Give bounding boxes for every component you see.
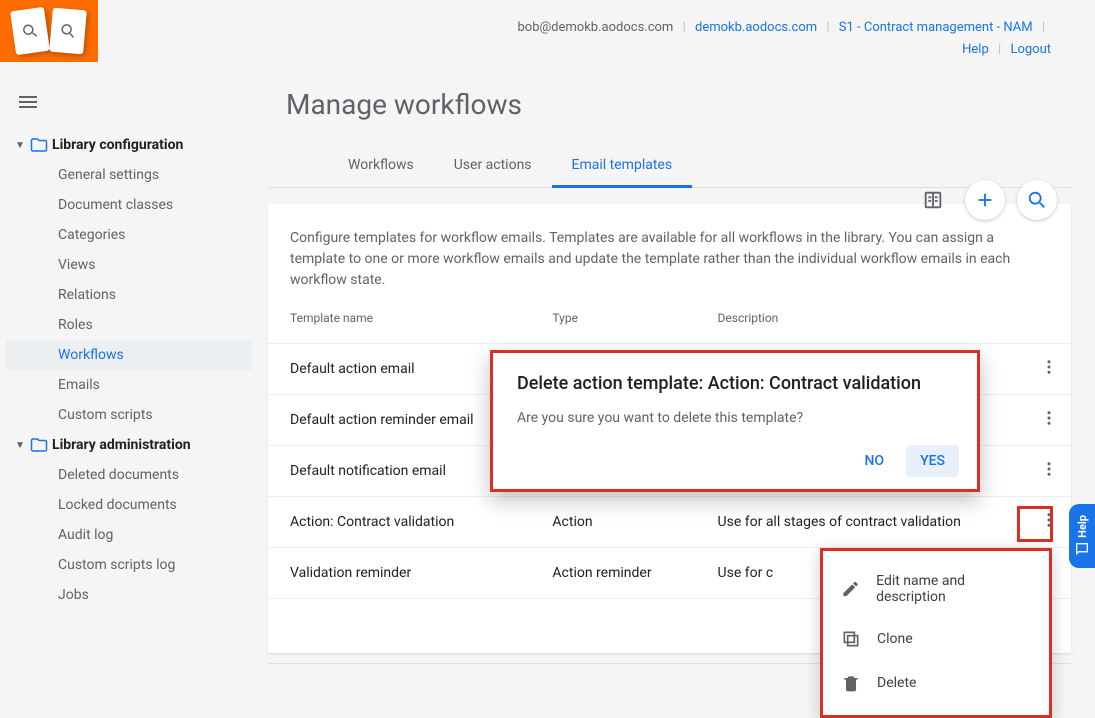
cell-name: Validation reminder — [268, 548, 530, 599]
cell-type: Action reminder — [530, 548, 695, 599]
sidebar-item-roles[interactable]: Roles — [6, 310, 252, 340]
search-button[interactable] — [1017, 180, 1057, 220]
cell-desc: Use for all stages of contract validatio… — [696, 497, 1027, 548]
sidebar-item-categories[interactable]: Categories — [6, 220, 252, 250]
user-email: bob@demokb.aodocs.com — [517, 20, 673, 35]
sidebar-item-custom-scripts-log[interactable]: Custom scripts log — [6, 550, 252, 580]
hamburger-menu-icon[interactable] — [16, 90, 40, 118]
col-description: Description — [696, 297, 1027, 344]
add-button[interactable] — [965, 180, 1005, 220]
dialog-no-button[interactable]: NO — [850, 445, 898, 477]
help-tab-label: Help — [1076, 515, 1089, 538]
sidebar-group-library-config[interactable]: ▼ Library configuration — [6, 130, 252, 160]
sidebar-item-relations[interactable]: Relations — [6, 280, 252, 310]
caret-down-icon: ▼ — [14, 140, 26, 151]
kebab-highlight — [1017, 506, 1053, 542]
library-link[interactable]: S1 - Contract management - NAM — [839, 20, 1033, 35]
col-type: Type — [530, 297, 695, 344]
row-kebab-icon[interactable] — [1040, 460, 1058, 478]
row-kebab-icon[interactable] — [1040, 409, 1058, 427]
cell-name: Action: Contract validation — [268, 497, 530, 548]
group-title: Library configuration — [52, 137, 183, 153]
app-logo — [0, 0, 98, 62]
top-breadcrumb: bob@demokb.aodocs.com | demokb.aodocs.co… — [517, 20, 1051, 35]
menu-delete-label: Delete — [877, 675, 916, 691]
menu-clone[interactable]: Clone — [823, 617, 1049, 661]
tab-workflows[interactable]: Workflows — [328, 145, 434, 187]
logout-link[interactable]: Logout — [1010, 42, 1051, 57]
sidebar-item-locked-documents[interactable]: Locked documents — [6, 490, 252, 520]
help-side-tab[interactable]: Help — [1069, 504, 1095, 568]
cell-type: Action — [530, 497, 695, 548]
page-title: Manage workflows — [286, 88, 1053, 121]
sidebar-item-jobs[interactable]: Jobs — [6, 580, 252, 610]
pencil-icon — [841, 579, 860, 599]
tab-email-templates[interactable]: Email templates — [552, 145, 693, 188]
chat-icon — [1074, 541, 1090, 557]
table-row[interactable]: Action: Contract validation Action Use f… — [268, 497, 1071, 548]
reference-icon[interactable] — [913, 180, 953, 220]
dialog-title: Delete action template: Action: Contract… — [517, 373, 953, 394]
help-link[interactable]: Help — [962, 42, 989, 57]
dialog-body: Are you sure you want to delete this tem… — [517, 410, 953, 426]
dialog-yes-button[interactable]: YES — [906, 445, 959, 477]
sidebar-item-document-classes[interactable]: Document classes — [6, 190, 252, 220]
trash-icon — [841, 673, 861, 693]
folder-icon — [30, 136, 48, 154]
menu-clone-label: Clone — [877, 631, 913, 647]
sidebar-item-deleted-documents[interactable]: Deleted documents — [6, 460, 252, 490]
menu-edit-label: Edit name and description — [876, 573, 1031, 605]
row-kebab-icon[interactable] — [1040, 358, 1058, 376]
menu-edit[interactable]: Edit name and description — [823, 561, 1049, 617]
tab-user-actions[interactable]: User actions — [434, 145, 552, 187]
sidebar-item-custom-scripts[interactable]: Custom scripts — [6, 400, 252, 430]
sidebar-group-library-admin[interactable]: ▼ Library administration — [6, 430, 252, 460]
menu-delete[interactable]: Delete — [823, 661, 1049, 705]
sidebar-item-general-settings[interactable]: General settings — [6, 160, 252, 190]
group-title: Library administration — [52, 437, 191, 453]
folder-icon — [30, 436, 48, 454]
sidebar-item-views[interactable]: Views — [6, 250, 252, 280]
sidebar-item-emails[interactable]: Emails — [6, 370, 252, 400]
top-links: Help | Logout — [962, 42, 1051, 57]
col-template-name: Template name — [268, 297, 530, 344]
sidebar: ▼ Library configuration General settings… — [6, 130, 252, 610]
sidebar-item-audit-log[interactable]: Audit log — [6, 520, 252, 550]
domain-link[interactable]: demokb.aodocs.com — [695, 20, 817, 35]
sidebar-item-workflows[interactable]: Workflows — [6, 340, 252, 370]
row-context-menu: Edit name and description Clone Delete — [820, 548, 1052, 718]
copy-icon — [841, 629, 861, 649]
delete-confirm-dialog: Delete action template: Action: Contract… — [490, 350, 980, 492]
caret-down-icon: ▼ — [14, 440, 26, 451]
